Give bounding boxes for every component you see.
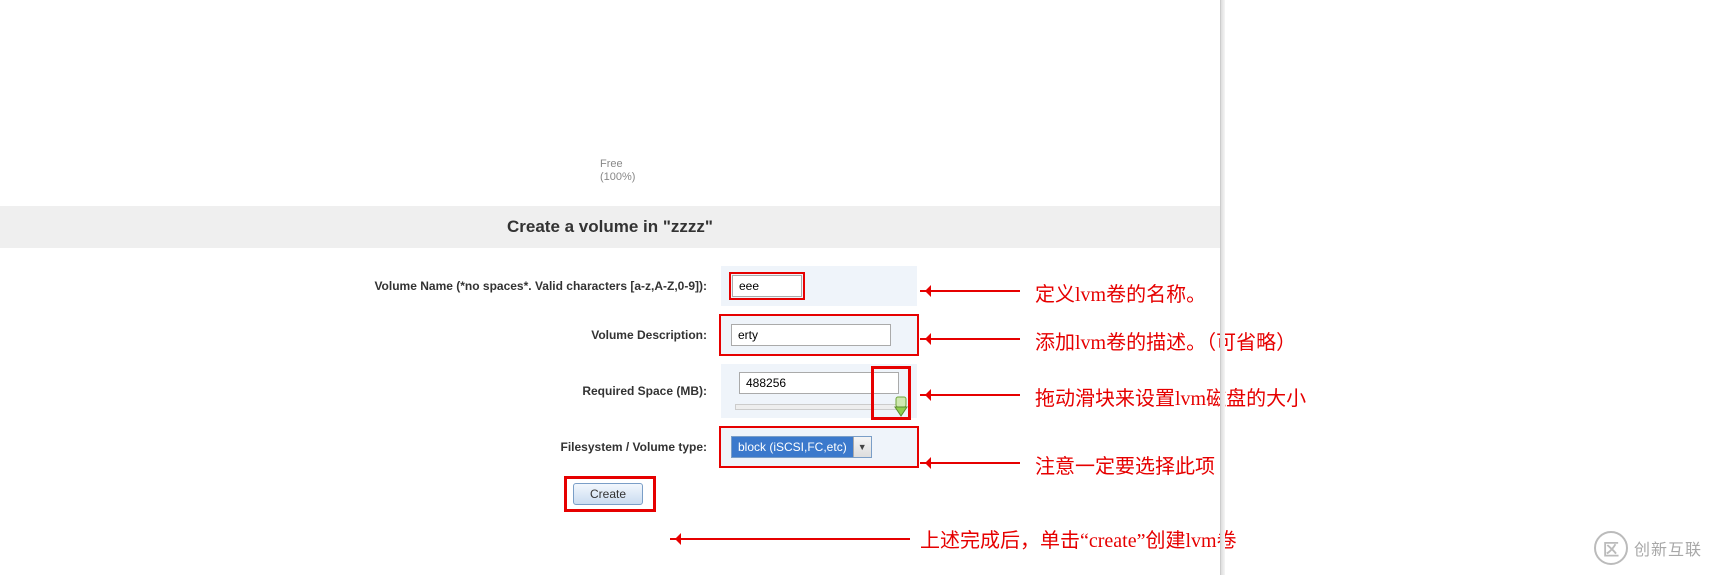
- arrow-4: [920, 462, 1020, 464]
- section-title: Create a volume in "zzzz": [0, 206, 1220, 248]
- fs-type-select[interactable]: block (iSCSI,FC,etc) ▼: [731, 436, 872, 458]
- row-volume-name: Volume Name (*no spaces*. Valid characte…: [303, 266, 917, 306]
- volume-desc-input[interactable]: [731, 324, 891, 346]
- button-row: Create: [303, 476, 917, 512]
- arrow-3: [920, 394, 1020, 396]
- required-space-label: Required Space (MB):: [303, 384, 721, 398]
- fs-type-field: block (iSCSI,FC,etc) ▼: [721, 428, 917, 466]
- watermark-icon: 区: [1594, 531, 1628, 565]
- volume-desc-field: [721, 316, 917, 354]
- fs-type-label: Filesystem / Volume type:: [303, 440, 721, 454]
- free-text-1: Free: [600, 158, 623, 170]
- annotation-desc: 添加lvm卷的描述。（可省略）: [1035, 326, 1296, 355]
- slider-redbox: [871, 366, 911, 420]
- annotation-slider: 拖动滑块来设置lvm磁盘的大小: [1035, 382, 1306, 411]
- dropdown-icon[interactable]: ▼: [853, 437, 871, 457]
- free-space-label: Free (100%): [600, 158, 635, 184]
- volume-name-input[interactable]: [732, 275, 802, 297]
- annotation-create: 上述完成后，单击“create”创建lvm卷: [920, 524, 1237, 553]
- row-required-space: Required Space (MB):: [303, 364, 917, 418]
- free-text-2: (100%): [600, 171, 635, 183]
- volume-desc-label: Volume Description:: [303, 328, 721, 342]
- volume-name-field: [721, 266, 917, 306]
- fs-type-value: block (iSCSI,FC,etc): [732, 437, 853, 457]
- row-fs-type: Filesystem / Volume type: block (iSCSI,F…: [303, 428, 917, 466]
- create-button[interactable]: Create: [573, 483, 643, 505]
- watermark: 区 创新互联: [1594, 531, 1702, 565]
- create-volume-form: Volume Name (*no spaces*. Valid characte…: [303, 266, 917, 512]
- arrow-5: [670, 538, 910, 540]
- watermark-text: 创新互联: [1634, 536, 1702, 560]
- annotation-name: 定义lvm卷的名称。: [1035, 278, 1206, 307]
- volume-name-redbox: [731, 274, 803, 298]
- create-redbox: Create: [564, 476, 656, 512]
- arrow-1: [920, 290, 1020, 292]
- required-space-field: [721, 364, 917, 418]
- row-volume-desc: Volume Description:: [303, 316, 917, 354]
- annotation-fs: 注意一定要选择此项: [1035, 450, 1215, 479]
- title-text: Create a volume in "zzzz": [507, 217, 713, 237]
- side-divider: [1220, 0, 1225, 575]
- volume-name-label: Volume Name (*no spaces*. Valid characte…: [303, 279, 721, 293]
- arrow-2: [920, 338, 1020, 340]
